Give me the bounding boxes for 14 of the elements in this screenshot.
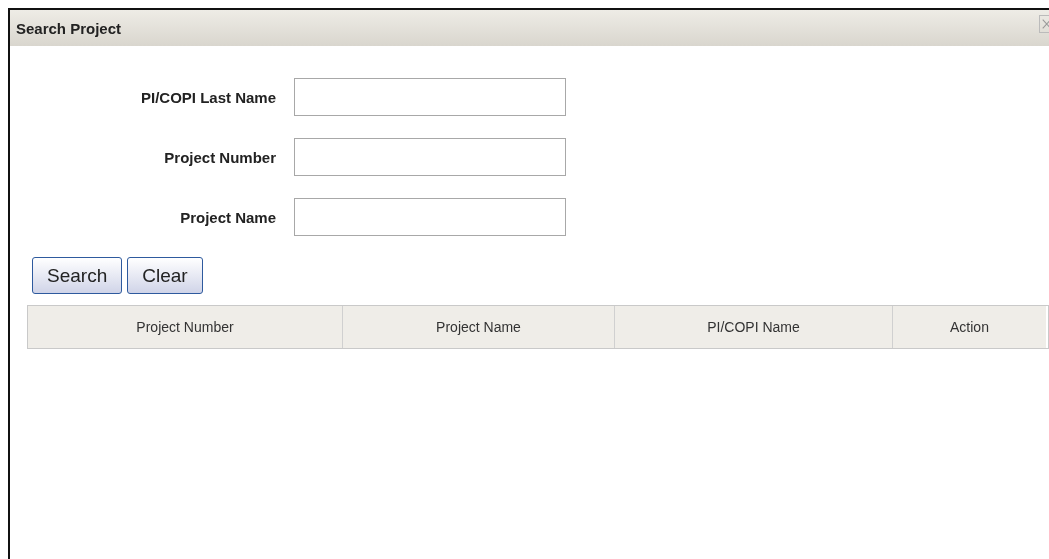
- column-header: Action: [892, 306, 1046, 348]
- clear-button[interactable]: Clear: [127, 257, 203, 294]
- input-field[interactable]: [294, 138, 566, 176]
- input-field[interactable]: [294, 198, 566, 236]
- input-field[interactable]: [294, 78, 566, 116]
- column-header: PI/COPI Name: [614, 306, 892, 348]
- column-header: Project Name: [342, 306, 614, 348]
- column-header: Project Number: [28, 306, 342, 348]
- field-label: PI/COPI Last Name: [139, 88, 276, 106]
- field-label: Project Name: [179, 208, 276, 226]
- close-icon[interactable]: [1039, 15, 1049, 33]
- field-label: Project Number: [163, 148, 276, 166]
- window-title: Search Project: [16, 19, 122, 37]
- search-button[interactable]: Search: [32, 257, 123, 294]
